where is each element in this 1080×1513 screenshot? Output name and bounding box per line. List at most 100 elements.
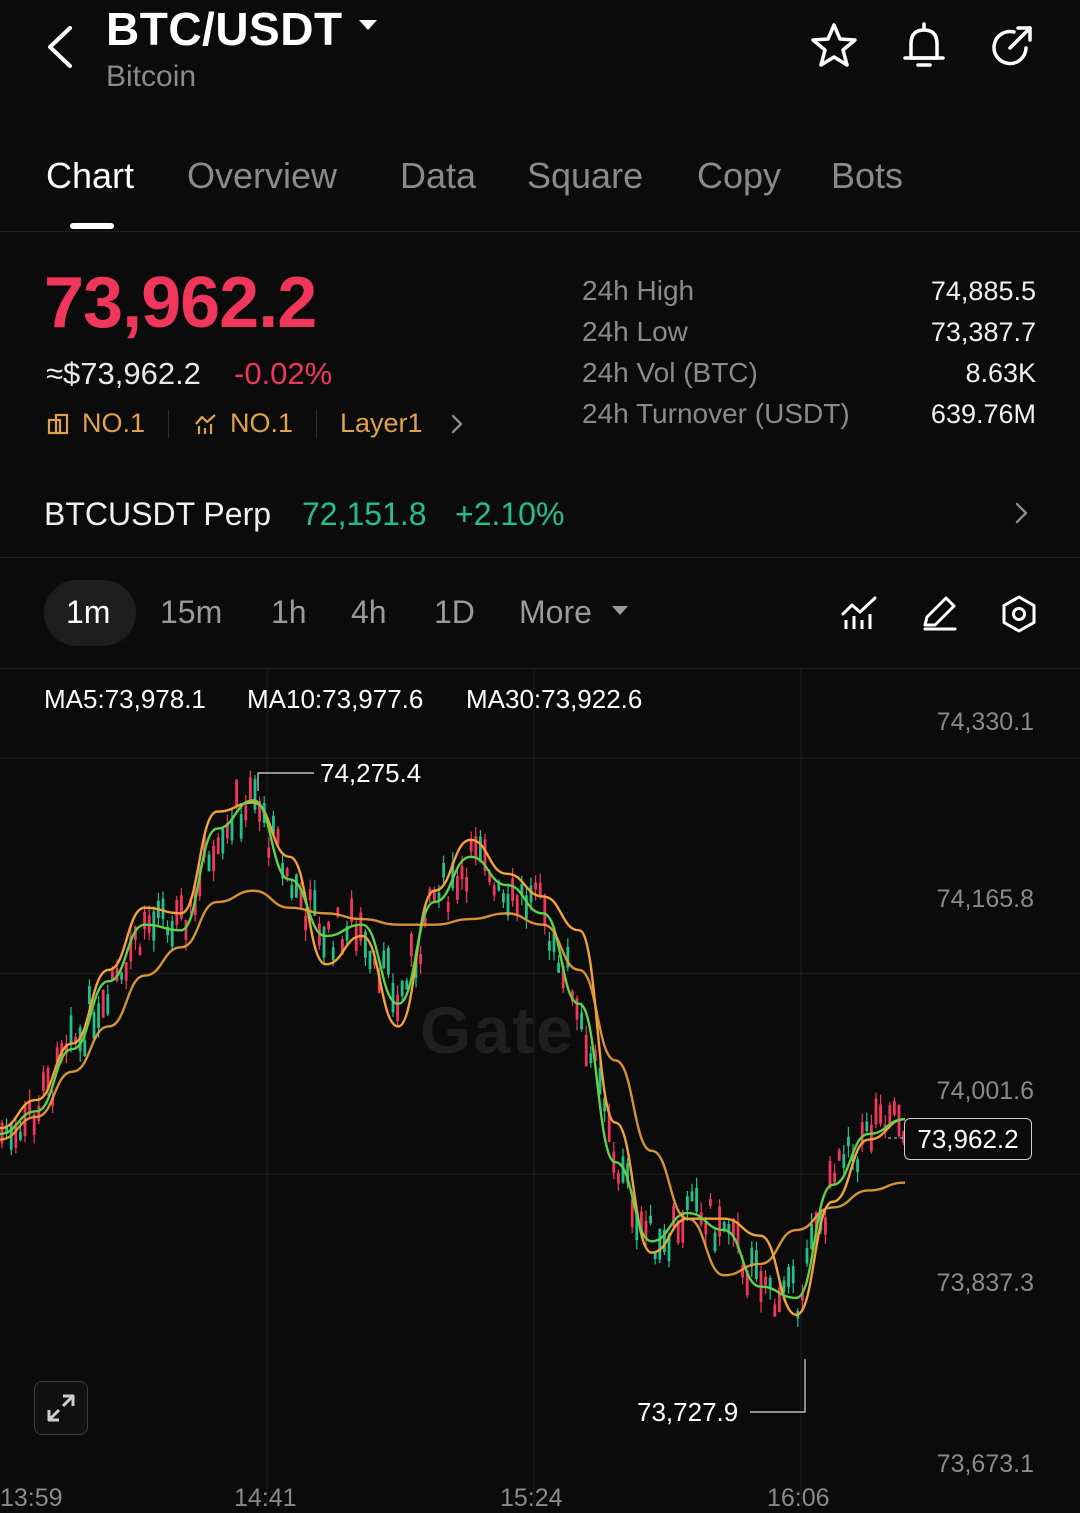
candle-body <box>690 1191 694 1202</box>
y-axis-label: 74,330.1 <box>936 708 1034 736</box>
y-axis-label: 74,001.6 <box>936 1077 1034 1105</box>
candle-body <box>842 1154 846 1168</box>
candle-body <box>143 911 146 930</box>
draw-icon[interactable] <box>920 594 958 632</box>
stat-value: 8.63K <box>965 358 1036 388</box>
ma5-label: MA5:73,978.1 <box>44 684 206 714</box>
category-link[interactable]: Layer1 <box>340 408 423 439</box>
interval-more[interactable]: More <box>519 594 592 631</box>
candle-body <box>42 1072 45 1091</box>
candle-body <box>833 1172 836 1183</box>
price-change: -0.02% <box>234 356 333 391</box>
candle-body <box>879 1104 882 1124</box>
tab-data[interactable]: Data <box>400 155 476 197</box>
high-price-marker: 74,275.4 <box>320 758 422 788</box>
candle-body <box>686 1196 689 1210</box>
stat-label: 24h High <box>582 275 695 306</box>
high-marker-line <box>257 772 314 791</box>
x-axis-label: 16:06 <box>767 1484 830 1512</box>
x-axis-label: 15:24 <box>500 1484 563 1512</box>
y-axis-label: 74,165.8 <box>936 885 1034 913</box>
back-icon[interactable] <box>40 22 84 72</box>
candle-body <box>824 1217 827 1235</box>
stat-value: 74,885.5 <box>930 276 1036 306</box>
candle-body <box>387 947 390 975</box>
candle-body <box>97 1003 100 1028</box>
perp-price: 72,151.8 <box>302 496 427 532</box>
y-axis-label: 73,837.3 <box>936 1269 1034 1297</box>
candle-body <box>106 994 110 1015</box>
candle-body <box>874 1098 878 1125</box>
candle-body <box>764 1276 767 1286</box>
interval-1m[interactable]: 1m <box>66 594 110 631</box>
candle-body <box>847 1136 850 1147</box>
tab-copy[interactable]: Copy <box>697 155 781 197</box>
candlestick-chart[interactable] <box>0 669 1080 1505</box>
interval-1h[interactable]: 1h <box>271 594 307 631</box>
stat-value: 639.76M <box>930 399 1036 429</box>
candle-body <box>253 778 257 810</box>
candle-body <box>308 889 312 901</box>
candle-body <box>511 878 514 901</box>
ticker-icon <box>47 413 69 435</box>
candle-body <box>180 895 183 919</box>
candle-body <box>856 1159 859 1173</box>
fullscreen-icon[interactable] <box>34 1381 88 1435</box>
interval-4h[interactable]: 4h <box>351 594 387 631</box>
candle-body <box>138 946 142 956</box>
divider <box>0 557 1080 558</box>
x-axis-label: 13:59 <box>0 1484 63 1512</box>
indicator-icon[interactable] <box>840 594 878 632</box>
candle-body <box>617 1172 620 1184</box>
candle-body <box>479 836 482 862</box>
chevron-right-icon[interactable] <box>1010 500 1032 526</box>
candle-body <box>267 847 271 858</box>
share-icon[interactable] <box>986 20 1038 72</box>
last-price: 73,962.2 <box>44 263 317 343</box>
candle-body <box>92 1012 96 1039</box>
candle-body <box>515 895 519 915</box>
candle-body <box>543 895 547 926</box>
candle-body <box>695 1187 698 1212</box>
caret-down-icon[interactable] <box>357 14 379 36</box>
candle-body <box>290 885 294 898</box>
candle-body <box>584 1034 588 1066</box>
interval-15m[interactable]: 15m <box>160 594 222 631</box>
interval-1d[interactable]: 1D <box>434 594 475 631</box>
candle-body <box>212 845 215 872</box>
candle-body <box>410 933 413 957</box>
watermark-logo: Gate <box>420 993 575 1067</box>
candle-body <box>446 901 450 912</box>
candle-body <box>249 777 252 802</box>
perp-name[interactable]: BTCUSDT Perp <box>44 496 271 533</box>
chevron-right-icon[interactable] <box>446 412 468 436</box>
candle-body <box>83 1040 87 1057</box>
tab-square[interactable]: Square <box>527 155 643 197</box>
candle-body <box>649 1215 652 1224</box>
tab-overview[interactable]: Overview <box>187 155 337 197</box>
candle-body <box>469 839 473 852</box>
candle-body <box>502 893 505 903</box>
candle-body <box>285 868 289 877</box>
settings-icon[interactable] <box>1000 594 1038 634</box>
star-icon[interactable] <box>808 20 860 72</box>
ma10-label: MA10:73,977.6 <box>247 684 424 714</box>
candle-body <box>69 1015 73 1046</box>
rank-badge[interactable]: NO.1 <box>230 408 293 439</box>
stat-label: 24h Vol (BTC) <box>582 357 758 388</box>
stat-value: 73,387.7 <box>930 317 1036 347</box>
bell-icon[interactable] <box>898 20 950 72</box>
y-axis-label: 73,673.1 <box>936 1450 1034 1478</box>
active-tab-indicator <box>70 223 114 229</box>
candle-body <box>331 947 335 961</box>
candle-body <box>101 989 105 1018</box>
rank-badge[interactable]: NO.1 <box>82 408 145 439</box>
tab-chart[interactable]: Chart <box>46 155 134 197</box>
candle-body <box>713 1232 717 1252</box>
candle-body <box>557 962 560 973</box>
tab-bots[interactable]: Bots <box>831 155 903 197</box>
caret-down-icon[interactable] <box>610 602 630 620</box>
candle-body <box>244 805 248 821</box>
candle-body <box>19 1131 22 1140</box>
pair-title[interactable]: BTC/USDT <box>106 2 343 56</box>
